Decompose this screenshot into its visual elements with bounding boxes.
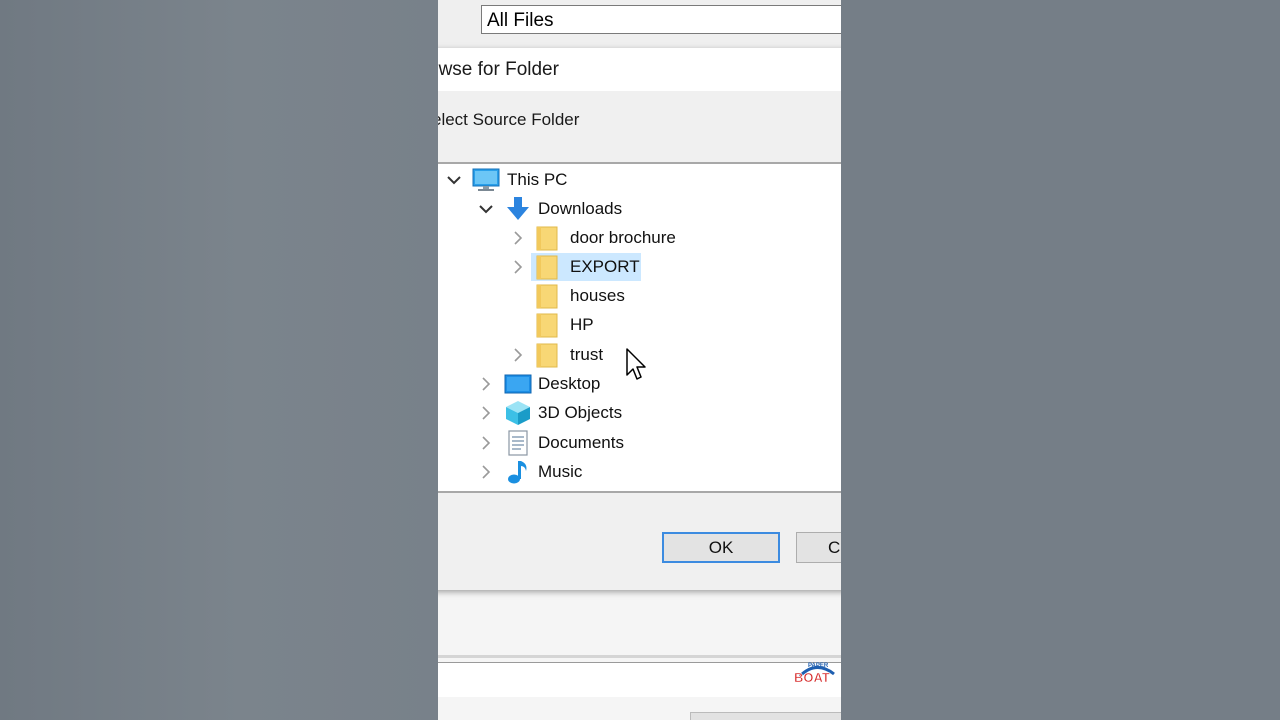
tree-label: 3D Objects [538,403,623,422]
logo-top-text: PAPER [808,663,829,669]
chevron-right-icon[interactable] [478,464,494,480]
browse-for-folder-dialog: owse for Folder elect Source Folder This [438,48,841,590]
document-icon [504,430,532,456]
background-control-strip [690,712,841,720]
tree-node-documents[interactable]: Documents [438,429,841,457]
right-backdrop [841,0,1280,720]
tree-node-this-pc[interactable]: This PC [438,166,841,194]
computer-icon [472,167,500,193]
ok-button[interactable]: OK [662,532,780,563]
music-note-icon [504,459,532,485]
tree-node-door-brochure[interactable]: door brochure [438,224,841,252]
chevron-right-icon[interactable] [478,376,494,392]
folder-icon [534,254,562,280]
mouse-cursor-icon [626,348,646,380]
folder-tree[interactable]: This PC Downloads door brochure EXPORT h… [438,162,841,493]
tree-label: Downloads [538,199,623,218]
chevron-right-icon[interactable] [510,230,526,246]
desktop-icon [504,371,532,397]
cube-icon [504,400,532,426]
folder-icon [534,225,562,251]
tree-node-music[interactable]: Music [438,458,841,486]
background-divider [438,655,841,658]
tree-node-hp[interactable]: HP [438,311,841,339]
dialog-titlebar: owse for Folder [438,48,841,91]
chevron-right-icon[interactable] [478,405,494,421]
tree-label: Documents [538,433,624,452]
chevron-down-icon[interactable] [446,172,462,188]
tree-label: EXPORT [570,257,640,276]
chevron-right-icon[interactable] [510,259,526,275]
cancel-button[interactable]: C [796,532,841,563]
tree-node-houses[interactable]: houses [438,282,841,310]
tree-label: houses [570,286,625,305]
screen-crop: All Files owse for Folder elect Source F… [438,0,841,720]
tree-node-3d-objects[interactable]: 3D Objects [438,399,841,427]
tree-label: This PC [507,170,568,189]
folder-icon [534,312,562,338]
tree-label: trust [570,345,604,364]
tree-label: Desktop [538,374,601,393]
dialog-description: elect Source Folder [438,110,580,129]
folder-icon [534,342,562,368]
logo-bottom-text: BOAT [794,670,830,685]
tree-label: door brochure [570,228,676,247]
paper-boat-logo: PAPER BOAT [794,663,835,685]
left-backdrop [0,0,438,720]
tree-label: Music [538,462,583,481]
tree-label: HP [570,315,594,334]
dialog-title: owse for Folder [438,59,559,80]
tree-node-export[interactable]: EXPORT [438,253,841,281]
folder-icon [534,283,562,309]
background-window-top: All Files [438,0,841,48]
chevron-right-icon[interactable] [510,347,526,363]
download-arrow-icon [504,196,532,222]
chevron-right-icon[interactable] [478,435,494,451]
chevron-down-icon[interactable] [478,201,494,217]
file-type-filter[interactable]: All Files [481,5,841,34]
background-input-field[interactable] [438,662,841,697]
tree-node-downloads[interactable]: Downloads [438,195,841,223]
